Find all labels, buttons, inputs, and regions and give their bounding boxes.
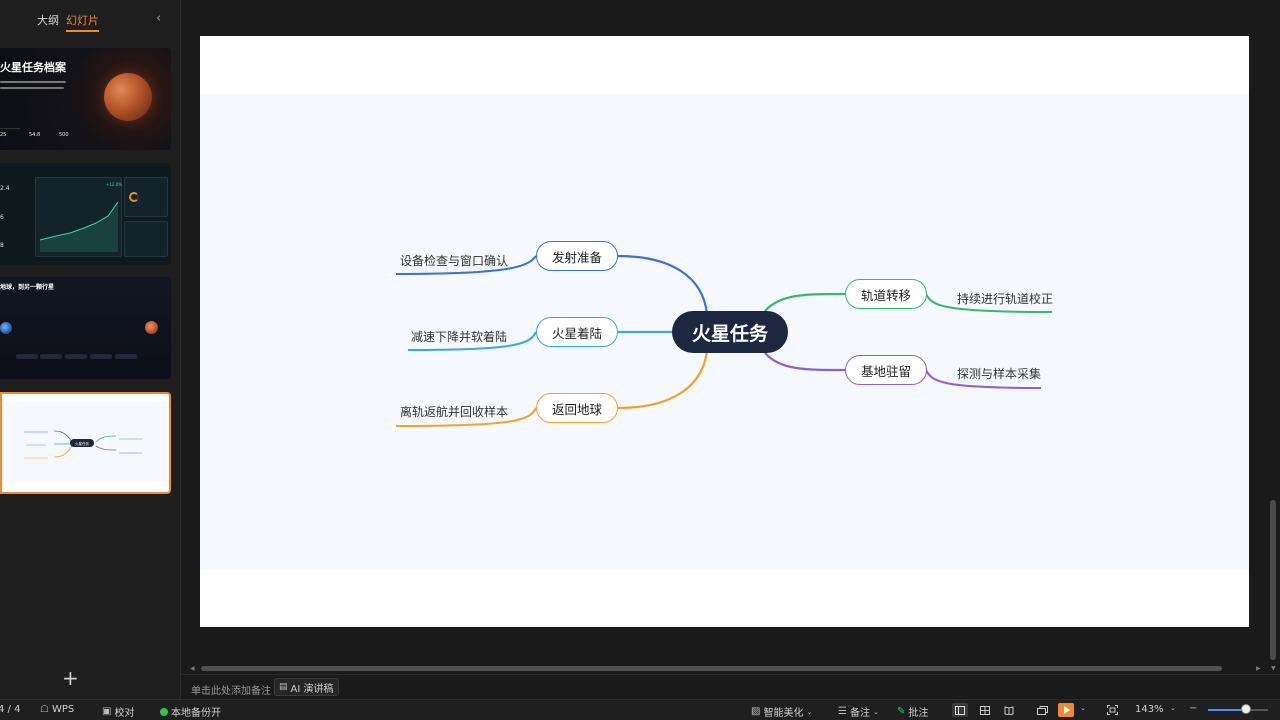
vertical-scrollbar[interactable] bbox=[1270, 500, 1276, 660]
thumbnail-list-card bbox=[124, 221, 168, 257]
comments-button[interactable]: ✎ 批注 bbox=[897, 704, 928, 719]
thumbnail-pill bbox=[90, 354, 112, 359]
thumbnail-pill bbox=[65, 354, 87, 359]
tab-outline[interactable]: 大纲 bbox=[37, 12, 59, 28]
play-slideshow-button[interactable] bbox=[1058, 703, 1074, 717]
smart-beautify-button[interactable]: ▨ 智能美化 ⌄ bbox=[751, 704, 812, 719]
add-slide-button[interactable]: + bbox=[62, 668, 79, 688]
comments-label: 批注 bbox=[908, 708, 929, 719]
mindmap-node-launch-prep[interactable]: 发射准备 bbox=[536, 241, 618, 271]
thumbnail-stat: 2.4 bbox=[0, 185, 10, 192]
scroll-left-arrow-icon[interactable]: ◀ bbox=[190, 665, 195, 672]
backup-status-icon bbox=[160, 707, 168, 716]
area-chart-icon bbox=[39, 201, 119, 252]
mindmap-node-return-earth[interactable]: 返回地球 bbox=[536, 393, 618, 423]
wps-button[interactable]: ☖ WPS bbox=[40, 704, 74, 715]
connector-launch bbox=[617, 254, 709, 315]
ai-speech-button[interactable]: ▤ AI 演讲稿 bbox=[274, 678, 340, 696]
thumbnail-chart-card: +12.0% bbox=[35, 177, 122, 257]
slide-thumbnail-1[interactable]: 火星任务档案 25 54.8 500 bbox=[0, 48, 171, 150]
presenter-view-icon[interactable] bbox=[1034, 703, 1050, 717]
mindmap-leaf[interactable]: 设备检查与窗口确认 bbox=[400, 252, 508, 269]
wps-logo-icon: ☖ bbox=[40, 704, 49, 715]
zoom-slider-handle[interactable] bbox=[1240, 704, 1251, 714]
tab-slides[interactable]: 幻灯片 bbox=[66, 12, 99, 32]
horizontal-scrollbar[interactable] bbox=[201, 666, 1222, 671]
mindmap-leaf[interactable]: 探测与样本采集 bbox=[957, 365, 1041, 382]
slide-editor: 火星任务 发射准备 火星着陆 返回地球 轨道转移 基地驻留 设备检查与窗口确认 … bbox=[181, 0, 1280, 699]
thumbnail-pill bbox=[40, 354, 62, 359]
slide-thumbnail-4[interactable]: 火星任务 bbox=[0, 392, 171, 494]
proofread-button[interactable]: ▣ 校对 bbox=[102, 704, 134, 719]
document-icon: ▤ bbox=[279, 682, 288, 692]
connector-return bbox=[617, 349, 709, 410]
slide-sorter-view-icon[interactable] bbox=[977, 703, 993, 717]
mindmap-root-node[interactable]: 火星任务 bbox=[672, 311, 788, 353]
thumbnail-root-label: 火星任务 bbox=[75, 441, 89, 446]
chevron-down-icon[interactable]: ⌄ bbox=[1080, 704, 1086, 712]
beautify-label: 智能美化 bbox=[763, 708, 804, 719]
beautify-icon: ▨ bbox=[751, 706, 761, 717]
slide-thumbnail-2[interactable]: 2.4 6 8 +12.0% bbox=[0, 163, 171, 265]
thumbnail-text-line bbox=[0, 87, 64, 89]
chevron-down-icon: ⌄ bbox=[806, 707, 813, 716]
thumbnail-text-line bbox=[0, 81, 66, 83]
proofread-icon: ▣ bbox=[102, 706, 112, 717]
thumbnail-pill bbox=[16, 354, 38, 359]
thumbnail-gauge-card bbox=[124, 177, 168, 217]
notes-toggle-button[interactable]: ☰ 备注 ⌄ bbox=[838, 704, 879, 719]
notes-icon: ☰ bbox=[838, 706, 847, 717]
backup-status[interactable]: 本地备份开 bbox=[160, 704, 221, 719]
scroll-right-arrow-icon[interactable]: ▶ bbox=[1256, 665, 1261, 672]
collapse-panel-icon[interactable]: ‹ bbox=[156, 11, 168, 27]
thumbnail-badge: +12.0% bbox=[106, 182, 123, 187]
zoom-level[interactable]: 143% bbox=[1135, 704, 1164, 715]
scroll-down-arrow-icon[interactable]: ▼ bbox=[1271, 665, 1276, 672]
comment-icon: ✎ bbox=[897, 706, 906, 717]
zoom-out-icon[interactable]: − bbox=[1189, 703, 1197, 714]
mindmap-leaf[interactable]: 减速下降并软着陆 bbox=[411, 328, 507, 345]
thumbnail-pill bbox=[115, 354, 137, 359]
wps-label: WPS bbox=[51, 704, 75, 715]
earth-planet-icon bbox=[0, 322, 12, 334]
gauge-icon bbox=[129, 192, 139, 202]
chevron-down-icon: ⌄ bbox=[872, 707, 879, 716]
connector-transfer bbox=[764, 292, 846, 312]
backup-label: 本地备份开 bbox=[171, 708, 221, 719]
mindmap-leaf[interactable]: 离轨返航并回收样本 bbox=[400, 403, 508, 420]
fit-window-icon[interactable] bbox=[1104, 703, 1120, 717]
mindmap-leaf[interactable]: 持续进行轨道校正 bbox=[957, 290, 1053, 307]
thumbnail-title: 地球，到另一颗行星 bbox=[0, 284, 55, 291]
notes-placeholder[interactable]: 单击此处添加备注 bbox=[191, 682, 271, 697]
notes-toggle-label: 备注 bbox=[849, 708, 870, 719]
slides-panel: 大纲 幻灯片 ‹ 火星任务档案 25 54.8 500 2.4 6 8 +12.… bbox=[0, 0, 181, 699]
wps-presentation-app: 大纲 幻灯片 ‹ 火星任务档案 25 54.8 500 2.4 6 8 +12.… bbox=[0, 0, 1280, 720]
thumbnail-stat: 54.8 bbox=[29, 132, 41, 138]
thumbnail-stat: 25 bbox=[0, 132, 7, 138]
chevron-down-icon[interactable]: ⌄ bbox=[1170, 704, 1176, 712]
slide-canvas[interactable]: 火星任务 发射准备 火星着陆 返回地球 轨道转移 基地驻留 设备检查与窗口确认 … bbox=[200, 36, 1249, 627]
thumbnail-stat: 500 bbox=[59, 132, 69, 138]
slide-thumbnail-3[interactable]: 地球，到另一颗行星 bbox=[0, 277, 171, 379]
ai-speech-label: AI 演讲稿 bbox=[290, 683, 334, 695]
connector-base bbox=[764, 352, 846, 372]
status-bar: 4 / 4 ☖ WPS ▣ 校对 本地备份开 ▨ 智能美化 ⌄ ☰ 备注 ⌄ ✎… bbox=[0, 699, 1280, 720]
thumbnail-stat: 8 bbox=[0, 242, 4, 249]
mindmap-node-base-stay[interactable]: 基地驻留 bbox=[845, 355, 927, 385]
mindmap-node-orbit-transfer[interactable]: 轨道转移 bbox=[845, 279, 927, 309]
normal-view-icon[interactable] bbox=[952, 703, 968, 717]
notes-bar: 单击此处添加备注 ▤ AI 演讲稿 bbox=[181, 674, 1280, 699]
proofread-label: 校对 bbox=[114, 708, 135, 719]
page-indicator: 4 / 4 bbox=[0, 704, 21, 715]
thumbnail-title: 火星任务档案 bbox=[0, 61, 66, 74]
thumbnail-stat: 6 bbox=[0, 214, 4, 221]
mars-planet-icon bbox=[104, 73, 152, 121]
mindmap-thumbnail: 火星任务 bbox=[2, 402, 169, 482]
mars-planet-icon bbox=[145, 321, 158, 334]
reading-view-icon[interactable] bbox=[1001, 703, 1017, 717]
panel-tabs: 大纲 幻灯片 ‹ bbox=[0, 0, 181, 40]
zoom-slider-fill bbox=[1208, 709, 1246, 711]
mindmap-node-mars-landing[interactable]: 火星着陆 bbox=[536, 317, 618, 347]
